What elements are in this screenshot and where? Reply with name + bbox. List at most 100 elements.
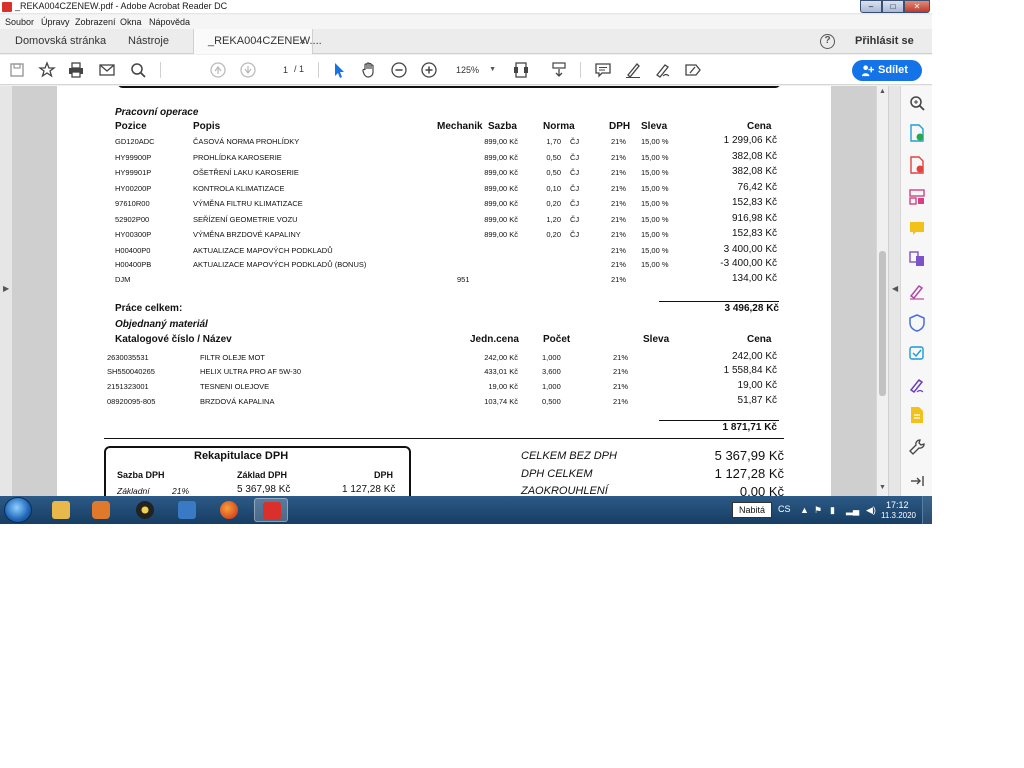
start-button[interactable] [4,497,32,523]
share-button[interactable]: Sdílet [852,60,922,81]
cell-desc: VÝMĚNA FILTRU KLIMATIZACE [193,199,303,208]
taskbar-firefox[interactable] [212,498,246,522]
bookmark-star-icon[interactable] [37,60,57,80]
collapse-pane-icon[interactable] [908,472,926,490]
cell-norma: 0,20 [546,230,561,239]
export-pdf-icon[interactable] [908,124,926,142]
maximize-button[interactable]: □ [882,0,904,13]
page-down-icon[interactable] [238,60,258,80]
scroll-down-icon[interactable]: ▼ [879,484,886,491]
cell-code: H00400PB [115,260,152,269]
show-desktop-button[interactable] [922,496,932,524]
save-icon[interactable] [7,60,27,80]
vertical-scrollbar[interactable]: ▲ ▼ [876,86,888,496]
comment-tool-icon[interactable] [908,220,926,238]
cell-code: 52902P00 [115,215,150,224]
left-panel-toggle[interactable]: ▶ [0,86,12,496]
taskbar-app-network[interactable] [170,498,204,522]
cell-code: SH550040265 [107,367,155,376]
cell-sazba: 899,00 Kč [484,230,518,239]
cell-code: 08920095-805 [107,397,156,406]
taskbar-acrobat[interactable] [254,498,288,522]
minimize-button[interactable]: – [860,0,882,13]
cell-desc: KONTROLA KLIMATIZACE [193,184,285,193]
divider-line [104,438,784,439]
col-norma: Norma [543,121,575,132]
more-tools-wrench-icon[interactable] [908,438,926,456]
close-window-button[interactable]: ✕ [904,0,930,13]
help-icon[interactable]: ? [820,34,835,49]
highlight-pen-icon[interactable] [623,60,643,80]
print-icon[interactable] [66,60,86,80]
email-icon[interactable] [97,60,117,80]
select-cursor-icon[interactable] [329,60,349,80]
recap-row-zaklad: 5 367,98 Kč [237,484,291,495]
volume-icon[interactable]: ◀) [866,505,876,516]
cell-cena: 152,83 Kč [731,228,777,239]
summary-value: 5 367,99 Kč [714,448,784,463]
document-viewport[interactable]: ▶ Pracovní operace Pozice Popis Mechanik… [0,86,900,496]
menu-okna[interactable]: Okna [120,17,142,27]
col-popis: Popis [193,121,221,132]
zoom-in-icon[interactable] [419,60,439,80]
menu-zobrazeni[interactable]: Zobrazení [75,17,116,27]
sign-in-link[interactable]: Přihlásit se [855,29,914,54]
cell-dph: 21% [613,397,629,406]
menu-napoveda[interactable]: Nápověda [149,17,190,27]
title-bar: _REKA004CZENEW.pdf - Adobe Acrobat Reade… [0,0,932,14]
hand-tool-icon[interactable] [359,60,379,80]
send-for-review-icon[interactable] [908,344,926,362]
scroll-mode-icon[interactable] [549,60,569,80]
menu-bar: Soubor Úpravy Zobrazení Okna Nápověda [0,15,932,29]
action-center-flag-icon[interactable]: ⚑ [814,505,822,516]
clock-date[interactable]: 11.3.2020 [881,511,916,520]
close-tab-icon[interactable]: × [299,29,306,54]
network-signal-icon[interactable]: ▂▄ [846,505,859,516]
page-number-input[interactable]: 1 [266,62,292,78]
zoom-level-dropdown[interactable]: 125% ▼ [448,62,498,78]
vat-recap-box: Rekapitulace DPH Sazba DPH Základ DPH DP… [104,446,411,496]
tray-expand-icon[interactable]: ▲ [800,505,809,515]
menu-upravy[interactable]: Úpravy [41,17,70,27]
clock-time[interactable]: 17:12 [886,500,909,510]
summary-label: ZAOKROUHLENÍ [521,485,608,496]
page-count: / 1 [294,64,305,74]
certificates-icon[interactable] [908,406,926,424]
taskbar-explorer[interactable] [44,498,78,522]
tab-home[interactable]: Domovská stránka [15,29,106,54]
operations-total-value: 3 496,28 Kč [724,303,780,314]
cell-desc: AKTUALIZACE MAPOVÝCH PODKLADŮ [193,246,333,255]
page-fit-icon[interactable] [511,60,531,80]
organize-pages-icon[interactable] [908,188,926,206]
search-icon[interactable] [128,60,148,80]
comment-icon[interactable] [593,60,613,80]
zoom-out-icon[interactable] [389,60,409,80]
section-operations-title: Pracovní operace [115,107,199,118]
cell-unit: ČJ [570,215,580,224]
menu-soubor[interactable]: Soubor [5,17,34,27]
tab-tools[interactable]: Nástroje [128,29,169,54]
right-pane-toggle[interactable]: ◀ [888,86,900,496]
create-pdf-icon[interactable] [908,156,926,174]
fill-and-sign-icon[interactable] [908,282,926,300]
taskbar-media-player[interactable] [84,498,118,522]
col-cena: Cena [747,121,772,132]
cell-unit: ČJ [570,184,580,193]
page-up-icon[interactable] [208,60,228,80]
language-indicator[interactable]: CS [778,504,791,514]
taskbar-app-disc[interactable] [128,498,162,522]
combine-files-icon[interactable] [908,250,926,268]
recap-row-dph: 1 127,28 Kč [342,484,396,495]
scrollbar-thumb[interactable] [879,251,886,396]
send-for-signature-icon[interactable] [908,376,926,394]
cell-dph: 21% [613,367,629,376]
cell-cena: 19,00 Kč [737,380,777,391]
fill-sign-icon[interactable] [683,60,703,80]
sign-pen-icon[interactable] [653,60,673,80]
scroll-up-icon[interactable]: ▲ [879,88,886,95]
protect-shield-icon[interactable] [908,314,926,332]
toolbar-divider [318,62,319,78]
battery-icon[interactable]: ▮ [830,505,835,516]
tab-document[interactable]: _REKA004CZENEW.... × [193,29,322,54]
zoom-search-icon[interactable] [908,94,926,112]
